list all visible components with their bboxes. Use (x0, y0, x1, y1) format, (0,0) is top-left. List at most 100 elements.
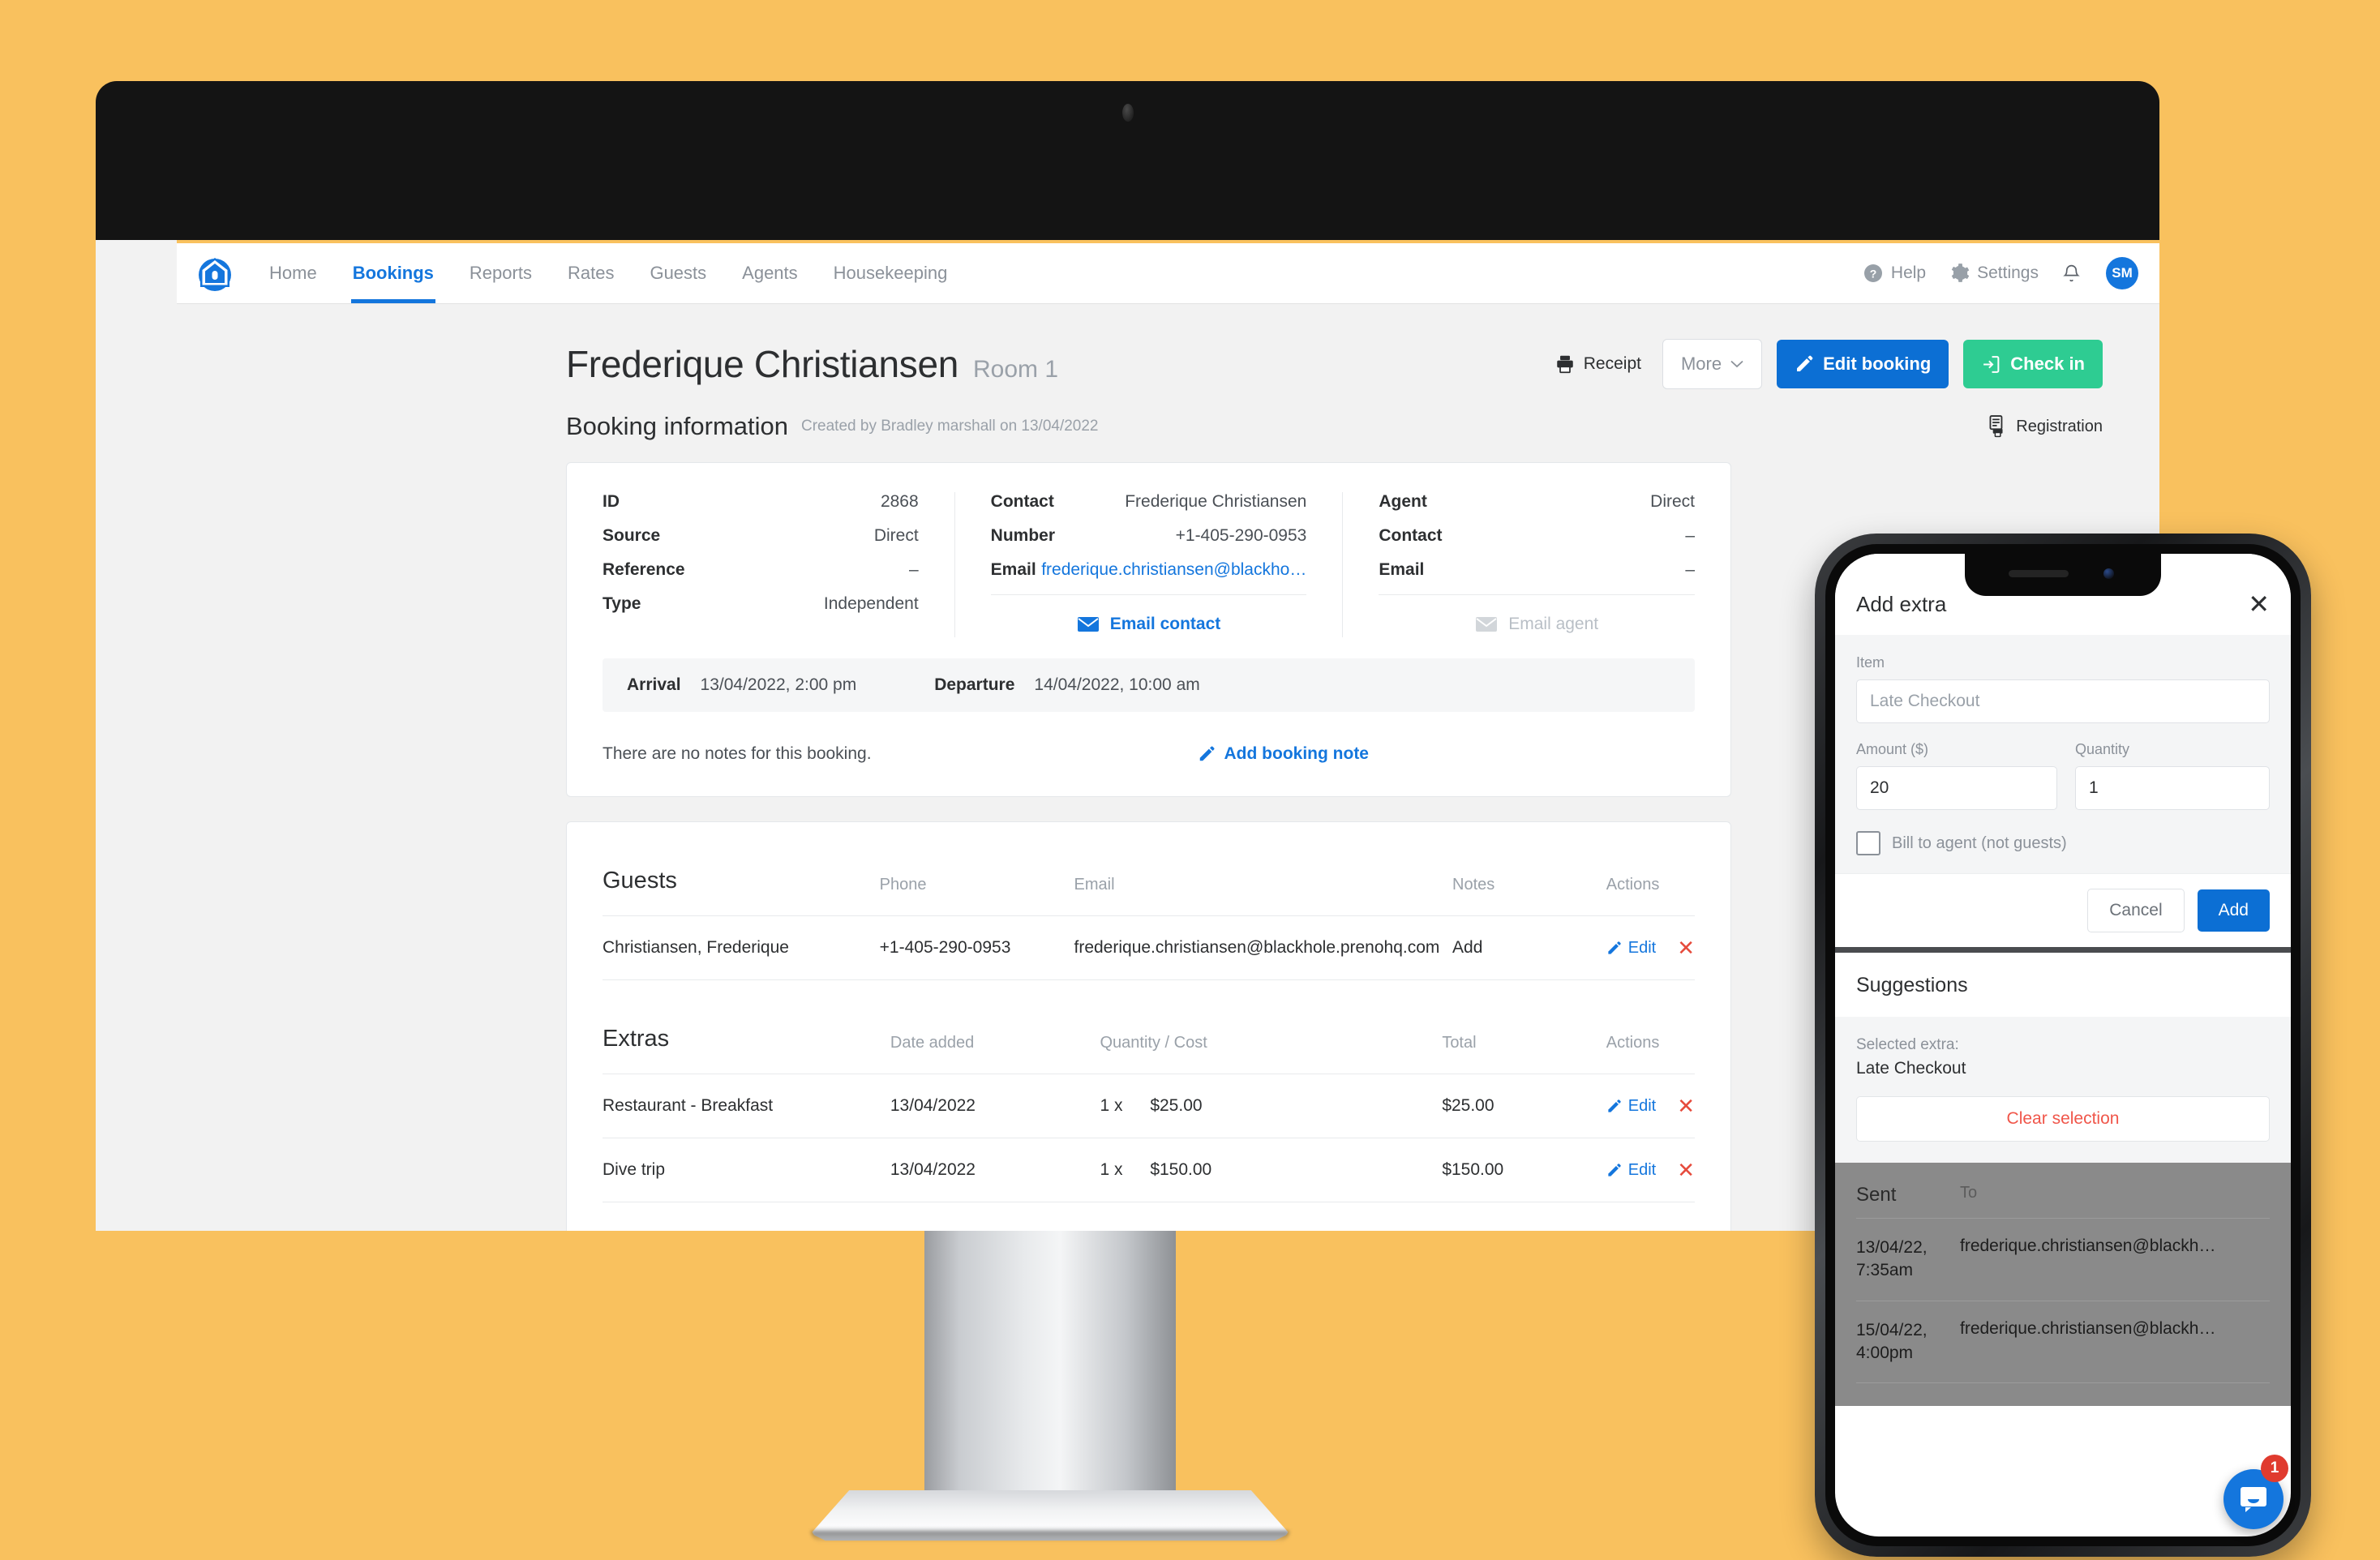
svg-text:?: ? (1870, 268, 1877, 281)
nav-right-group: ? Help Settings SM (1840, 257, 2159, 289)
bill-to-agent-row[interactable]: Bill to agent (not guests) (1856, 831, 2270, 855)
more-dropdown-button[interactable]: More (1662, 339, 1763, 389)
email-sent-date: 15/04/22, 4:00pm (1856, 1320, 1928, 1363)
guests-extras-card: Guests Phone Email Notes Actions Christi… (566, 821, 1731, 1231)
selected-extra-label: Selected extra: (1856, 1036, 1959, 1053)
nav-label: Reports (469, 263, 532, 283)
section-divider (1835, 947, 2291, 953)
amount-field-label: Amount ($) (1856, 741, 1929, 757)
edit-booking-button[interactable]: Edit booking (1777, 340, 1949, 388)
nav-item-reports[interactable]: Reports (452, 243, 550, 303)
email-to-address: frederique.christiansen@blackh… (1960, 1318, 2216, 1338)
cancel-button[interactable]: Cancel (2087, 889, 2185, 932)
extra-edit-button[interactable]: Edit (1606, 1097, 1656, 1116)
nav-label: Guests (650, 263, 707, 283)
extra-delete-button[interactable]: ✕ (1677, 1095, 1695, 1116)
check-in-label: Check in (2010, 354, 2085, 374)
info-row: Email – (1379, 560, 1695, 580)
info-label: Source (603, 526, 661, 545)
emails-list-header: Sent To (1856, 1163, 2270, 1219)
edit-booking-label: Edit booking (1823, 354, 1932, 374)
notes-empty-text: There are no notes for this booking. (603, 744, 872, 763)
booking-info-col-agent: Agent Direct Contact – Email – Email age… (1342, 492, 1730, 637)
add-booking-note-button[interactable]: Add booking note (1198, 744, 1369, 764)
help-button[interactable]: ? Help (1863, 263, 1926, 284)
table-row: Christiansen, Frederique +1-405-290-0953… (603, 915, 1695, 980)
col-header-quantity-cost: Quantity / Cost (1100, 1034, 1207, 1052)
nav-item-bookings[interactable]: Bookings (335, 243, 452, 303)
nav-label: Bookings (352, 263, 434, 283)
extra-edit-button[interactable]: Edit (1606, 1161, 1656, 1180)
section-subheader: Booking information Created by Bradley m… (177, 389, 2159, 441)
stay-dates-row: Arrival 13/04/2022, 2:00 pm Departure 14… (603, 658, 1695, 712)
info-value: Independent (823, 594, 919, 613)
extras-table-caption: Extras (603, 1026, 670, 1052)
house-logo-icon[interactable] (196, 255, 234, 292)
edit-label: Edit (1627, 1096, 1657, 1115)
nav-item-agents[interactable]: Agents (724, 243, 816, 303)
guest-phone: +1-405-290-0953 (879, 915, 1074, 980)
add-button[interactable]: Add (2197, 889, 2270, 932)
phone-notch (1965, 554, 2161, 596)
guest-delete-button[interactable]: ✕ (1677, 937, 1695, 958)
page-title: Frederique Christiansen Room 1 (566, 342, 1058, 386)
settings-label: Settings (1977, 264, 2039, 282)
room-label: Room 1 (973, 356, 1059, 383)
receipt-button[interactable]: Receipt (1555, 354, 1641, 375)
guest-add-note-link[interactable]: Add (1452, 915, 1606, 980)
top-navigation-bar: Home Bookings Reports Rates Guests Agent… (177, 243, 2159, 303)
info-row: Source Direct (603, 526, 919, 546)
guest-name-link[interactable]: Christiansen, Frederique (603, 915, 880, 980)
extra-qty: 1 x (1100, 1160, 1123, 1179)
extra-item: Dive trip (603, 1138, 890, 1202)
guest-email-link[interactable]: frederique.christiansen@blackhole.prenoh… (1074, 915, 1453, 980)
email-agent-button: Email agent (1379, 595, 1695, 637)
info-value: +1-405-290-0953 (1175, 526, 1307, 545)
help-circle-icon: ? (1863, 264, 1882, 282)
col-header-total: Total (1442, 1034, 1477, 1052)
bell-icon (2063, 264, 2080, 282)
info-label: Contact (990, 492, 1054, 511)
amount-input[interactable]: 20 (1856, 766, 2057, 810)
departure-label: Departure (934, 675, 1015, 694)
settings-button[interactable]: Settings (1949, 263, 2039, 284)
email-contact-button[interactable]: Email contact (991, 595, 1307, 637)
nav-item-guests[interactable]: Guests (632, 243, 724, 303)
check-in-button[interactable]: Check in (1963, 340, 2103, 388)
nav-item-home[interactable]: Home (251, 243, 335, 303)
col-header-to: To (1960, 1184, 1978, 1202)
nav-item-housekeeping[interactable]: Housekeeping (816, 243, 966, 303)
list-item: 15/04/22, 4:00pm frederique.christiansen… (1856, 1301, 2270, 1384)
extra-actions-cell: Edit ✕ (1606, 1074, 1695, 1138)
contact-email-link[interactable]: frederique.christiansen@blackho… (1041, 560, 1306, 580)
bill-to-agent-checkbox[interactable] (1856, 831, 1880, 855)
phone-speaker-icon (2009, 570, 2069, 577)
chat-unread-badge: 1 (2261, 1455, 2288, 1482)
registration-button[interactable]: Registration (1986, 415, 2103, 438)
col-header-phone: Phone (879, 876, 927, 894)
info-value: – (1685, 560, 1696, 579)
selected-extra-value: Late Checkout (1856, 1059, 1966, 1078)
item-input[interactable]: Late Checkout (1856, 679, 2270, 723)
arrival-value: 13/04/2022, 2:00 pm (700, 675, 857, 694)
avatar[interactable]: SM (2106, 257, 2138, 289)
nav-item-rates[interactable]: Rates (550, 243, 632, 303)
extra-delete-button[interactable]: ✕ (1677, 1159, 1695, 1181)
more-label: More (1680, 354, 1722, 374)
notifications-button[interactable] (2061, 263, 2082, 284)
add-extra-modal-footer: Cancel Add (1835, 873, 2291, 947)
item-field-label: Item (1856, 654, 1885, 671)
pencil-icon (1608, 941, 1621, 954)
guest-edit-button[interactable]: Edit (1606, 939, 1656, 958)
col-header-sent: Sent (1856, 1184, 1897, 1206)
info-value: – (1685, 526, 1696, 545)
col-header-email: Email (1074, 876, 1115, 894)
chat-icon (2241, 1487, 2266, 1512)
extra-date: 13/04/2022 (890, 1138, 1100, 1202)
extras-table: Extras Date added Quantity / Cost Total … (603, 980, 1695, 1202)
quantity-input[interactable]: 1 (2075, 766, 2270, 810)
close-icon[interactable]: ✕ (2248, 591, 2270, 617)
amount-field-group: Amount ($) 20 (1856, 741, 2057, 810)
clear-selection-button[interactable]: Clear selection (1856, 1096, 2270, 1142)
extra-qty-cost: 1 x $150.00 (1100, 1138, 1443, 1202)
